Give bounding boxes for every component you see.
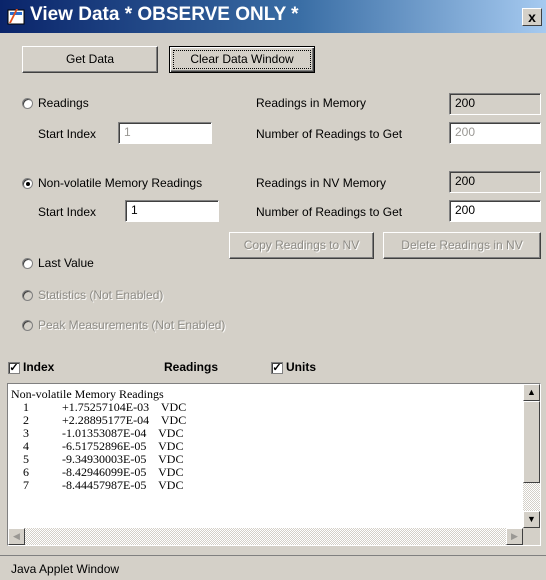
scroll-right-button[interactable]: ▶ — [506, 528, 523, 545]
readings-start-index-input[interactable]: 1 — [118, 122, 212, 144]
peak-measurements-radio — [22, 320, 33, 331]
index-label: Index — [23, 360, 55, 374]
index-checkbox[interactable]: ✓ — [8, 362, 20, 374]
readings-column-label: Readings — [164, 360, 219, 374]
output-row-unit: VDC — [158, 452, 184, 466]
output-row-index: 1 — [23, 400, 29, 414]
close-button[interactable]: x — [522, 8, 542, 26]
nv-start-index-input[interactable]: 1 — [125, 200, 219, 222]
nv-readings-radio[interactable] — [22, 178, 33, 189]
output-row: 2 +2.28895177E-04 VDC — [11, 413, 186, 427]
readings-to-get-input[interactable]: 200 — [449, 122, 541, 144]
output-row: 5 -9.34930003E-05 VDC — [11, 452, 183, 466]
clear-data-window-button[interactable]: Clear Data Window — [169, 46, 315, 73]
scroll-down-button[interactable]: ▼ — [523, 511, 540, 528]
output-row-value: -8.44457987E-05 — [62, 478, 147, 492]
nv-in-memory-label: Readings in NV Memory — [256, 176, 387, 190]
output-row-index: 2 — [23, 413, 29, 427]
readings-label: Readings — [38, 96, 89, 110]
resize-corner — [523, 528, 540, 545]
output-row-index: 3 — [23, 426, 29, 440]
units-checkbox[interactable]: ✓ — [271, 362, 283, 374]
output-row-unit: VDC — [158, 439, 184, 453]
output-row-unit: VDC — [158, 478, 184, 492]
last-value-label: Last Value — [38, 256, 94, 270]
output-row: 1 +1.75257104E-03 VDC — [11, 400, 186, 414]
nv-to-get-input[interactable]: 200 — [449, 200, 541, 222]
output-row-value: -1.01353087E-04 — [62, 426, 147, 440]
output-row-index: 7 — [23, 478, 29, 492]
readings-radio[interactable] — [22, 98, 33, 109]
delete-readings-in-nv-button[interactable]: Delete Readings in NV — [383, 232, 541, 259]
vertical-scroll-thumb[interactable] — [523, 401, 540, 483]
output-row: 6 -8.42946099E-05 VDC — [11, 465, 183, 479]
nv-readings-label: Non-volatile Memory Readings — [38, 176, 203, 190]
readings-in-memory-label: Readings in Memory — [256, 96, 367, 110]
output-row: 4 -6.51752896E-05 VDC — [11, 439, 183, 453]
scroll-left-button[interactable]: ◀ — [8, 528, 25, 545]
units-label: Units — [286, 360, 316, 374]
output-row-unit: VDC — [160, 400, 187, 414]
nv-start-index-label: Start Index — [38, 205, 97, 219]
horizontal-scrollbar[interactable] — [8, 528, 523, 545]
output-rows: 1 +1.75257104E-03 VDC 2 +2.28895177E-04 … — [11, 400, 186, 492]
readings-to-get-label: Number of Readings to Get — [256, 127, 403, 141]
output-row-unit: VDC — [160, 413, 187, 427]
output-row-unit: VDC — [158, 465, 184, 479]
output-row: 7 -8.44457987E-05 VDC — [11, 478, 183, 492]
output-row-unit: VDC — [158, 426, 184, 440]
output-row-index: 5 — [23, 452, 29, 466]
data-output-area[interactable]: Non-volatile Memory Readings 1 +1.752571… — [7, 383, 541, 546]
copy-readings-to-nv-button[interactable]: Copy Readings to NV — [229, 232, 374, 259]
last-value-radio[interactable] — [22, 258, 33, 269]
output-row-value: -6.51752896E-05 — [62, 439, 147, 453]
output-header: Non-volatile Memory Readings — [11, 387, 164, 401]
status-text: Java Applet Window — [11, 562, 120, 576]
scroll-up-button[interactable]: ▲ — [523, 384, 540, 401]
output-row-value: -9.34930003E-05 — [62, 452, 147, 466]
statistics-radio — [22, 290, 33, 301]
nv-to-get-label: Number of Readings to Get — [256, 205, 403, 219]
output-row: 3 -1.01353087E-04 VDC — [11, 426, 183, 440]
peak-measurements-label: Peak Measurements (Not Enabled) — [38, 318, 226, 332]
output-row-value: +2.28895177E-04 — [62, 413, 150, 427]
readings-start-index-label: Start Index — [38, 127, 97, 141]
output-row-value: +1.75257104E-03 — [62, 400, 150, 414]
readings-in-memory-field: 200 — [449, 93, 541, 115]
output-row-value: -8.42946099E-05 — [62, 465, 147, 479]
statistics-label: Statistics (Not Enabled) — [38, 288, 164, 302]
output-row-index: 4 — [23, 439, 29, 453]
nv-in-memory-field: 200 — [449, 171, 541, 193]
window-title: View Data * OBSERVE ONLY * — [30, 4, 299, 25]
output-row-index: 6 — [23, 465, 29, 479]
data-output-text: Non-volatile Memory Readings 1 +1.752571… — [8, 384, 540, 492]
get-data-button[interactable]: Get Data — [22, 46, 158, 73]
app-icon — [7, 9, 25, 25]
